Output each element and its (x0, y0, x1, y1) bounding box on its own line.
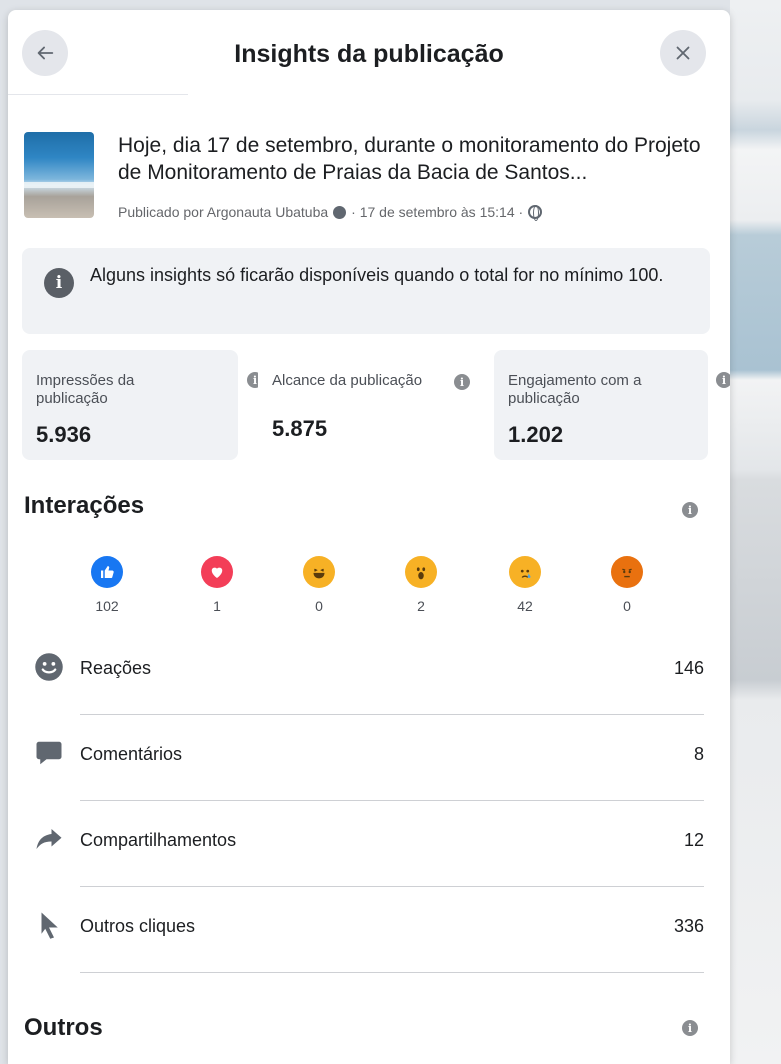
divider (80, 972, 704, 973)
post-insights-dialog: Insights da publicação Hoje, dia 17 de s… (8, 10, 730, 1064)
reaction-count: 0 (315, 598, 323, 614)
info-icon[interactable]: i (716, 372, 730, 388)
globe-icon (528, 205, 543, 221)
metric-engagement: Engajamento com a publicação 1.202 (494, 350, 708, 460)
dialog-title: Insights da publicação (234, 40, 504, 68)
background-overlay (730, 0, 781, 1064)
reactions-breakdown: 102 1 0 2 42 0 (82, 556, 662, 626)
info-icon[interactable]: i (682, 502, 698, 518)
metric-value: 5.875 (272, 416, 328, 441)
reaction-count: 0 (623, 598, 631, 614)
row-value: 12 (683, 830, 704, 850)
verified-icon (333, 205, 347, 219)
reaction-count: 1 (213, 598, 221, 614)
row-label: Outros cliques (80, 916, 196, 936)
row-value: 336 (673, 916, 704, 936)
interaction-row-reactions[interactable]: Reações 146 (24, 630, 714, 716)
post-date[interactable]: · 17 de setembro às 15:14 · (351, 204, 523, 220)
interaction-row-shares[interactable]: Compartilhamentos 12 (24, 802, 714, 888)
row-label: Reações (80, 658, 152, 678)
laughing-face-icon (303, 556, 335, 588)
info-notice: i Alguns insights só ficarão disponíveis… (22, 248, 710, 334)
interaction-row-other-clicks[interactable]: Outros cliques 336 (24, 888, 714, 974)
metric-value: 1.202 (508, 422, 564, 447)
interactions-title: Interações (24, 492, 145, 519)
post-summary[interactable]: Hoje, dia 17 de setembro, durante o moni… (24, 132, 724, 222)
reaction-like: 102 (82, 556, 132, 614)
metric-label: Alcance da publicação (272, 372, 423, 389)
metric-value: 5.936 (36, 422, 92, 447)
reaction-count: 2 (417, 598, 425, 614)
notice-text: Alguns insights só ficarão disponíveis q… (90, 265, 664, 285)
post-meta: Publicado por Argonauta Ubatuba · 17 de … (118, 204, 543, 221)
interaction-row-comments[interactable]: Comentários 8 (24, 716, 714, 802)
divider (80, 800, 704, 801)
post-text: Hoje, dia 17 de setembro, durante o moni… (118, 134, 701, 184)
row-value: 8 (693, 744, 704, 764)
metrics-row: Impressões da publicação 5.936 i Alcance… (22, 350, 730, 460)
info-icon[interactable]: i (454, 374, 470, 390)
reaction-wow: 2 (396, 556, 446, 614)
like-icon (91, 556, 123, 588)
angry-face-icon (611, 556, 643, 588)
post-thumbnail[interactable] (24, 132, 94, 218)
reaction-count: 42 (517, 598, 533, 614)
dialog-header: Insights da publicação (8, 10, 730, 94)
metric-label: Impressões da publicação (36, 372, 135, 407)
others-title: Outros (24, 1014, 103, 1041)
row-label: Comentários (80, 744, 183, 764)
post-author[interactable]: Publicado por Argonauta Ubatuba (118, 204, 328, 220)
reaction-haha: 0 (294, 556, 344, 614)
reaction-love: 1 (192, 556, 242, 614)
header-divider (8, 94, 188, 95)
divider (80, 714, 704, 715)
reaction-angry: 0 (602, 556, 652, 614)
comment-icon (36, 741, 62, 765)
metric-reach: Alcance da publicação 5.875 (258, 350, 484, 460)
close-button[interactable] (660, 30, 706, 76)
reaction-count: 102 (95, 598, 119, 614)
heart-icon (201, 556, 233, 588)
cursor-icon (41, 912, 58, 939)
metric-label: Engajamento com a publicação (508, 372, 642, 407)
surprised-face-icon (405, 556, 437, 588)
smiley-icon (35, 653, 63, 681)
info-icon: i (44, 268, 74, 298)
reaction-sad: 42 (500, 556, 550, 614)
sad-face-icon (509, 556, 541, 588)
row-value: 146 (673, 658, 704, 678)
info-icon[interactable]: i (682, 1020, 698, 1036)
row-label: Compartilhamentos (80, 830, 237, 850)
divider (80, 886, 704, 887)
share-icon (36, 829, 62, 849)
metric-impressions: Impressões da publicação 5.936 (22, 350, 238, 460)
close-icon (676, 46, 690, 60)
